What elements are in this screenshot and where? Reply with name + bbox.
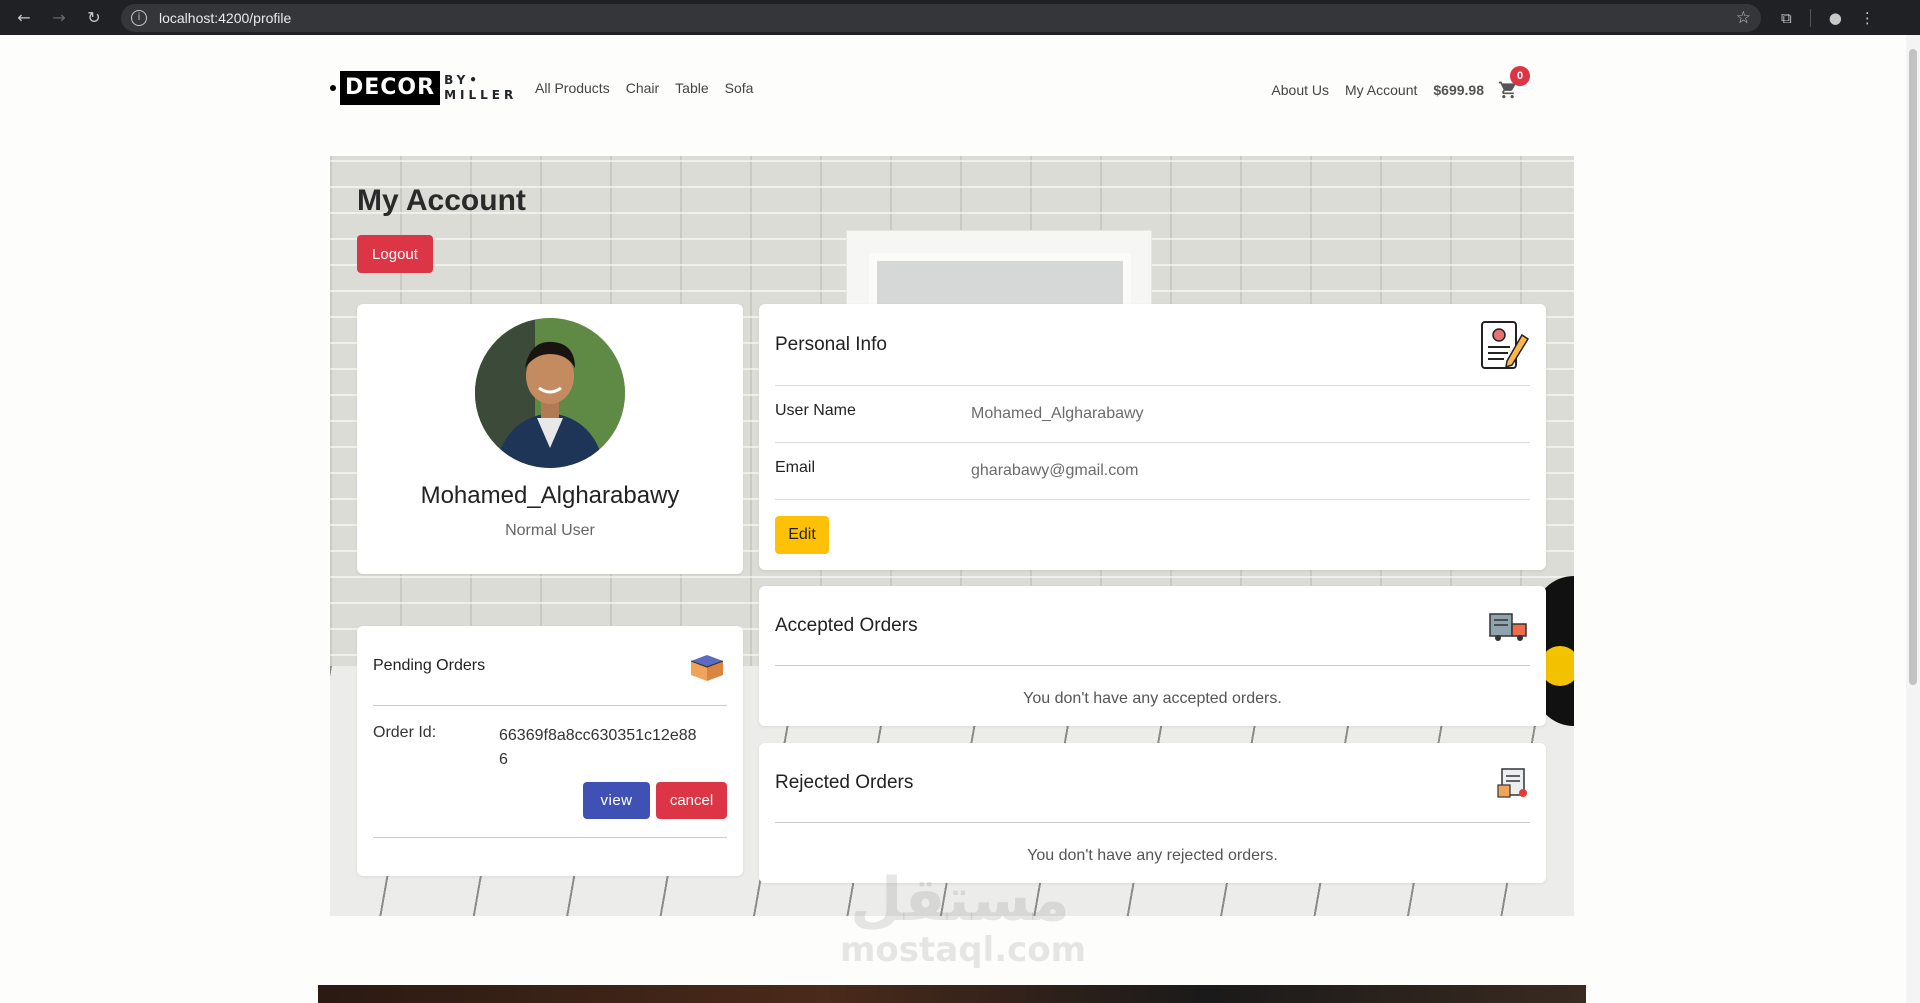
bookmark-star-icon[interactable]: ☆ (1736, 8, 1751, 28)
rejected-empty-message: You don't have any rejected orders. (1027, 847, 1278, 864)
pending-orders-header: Pending Orders (373, 626, 727, 706)
site-info-icon[interactable]: i (131, 9, 147, 26)
logo-stack: BY• MILLER (444, 73, 518, 102)
address-bar[interactable]: i localhost:4200/profile ☆ (121, 3, 1761, 32)
username-value: Mohamed_Algharabawy (971, 405, 1144, 422)
url-text[interactable]: localhost:4200/profile (159, 10, 1736, 26)
personal-info-header: Personal Info (775, 304, 1530, 386)
rejected-orders-card: Rejected Orders You don't have any rejec… (759, 743, 1546, 883)
profile-edit-icon (1478, 319, 1530, 371)
personal-info-card: Personal Info User Name Mohamed_Algharab… (759, 304, 1546, 570)
rejected-document-icon (1496, 767, 1530, 799)
pending-orders-title: Pending Orders (373, 656, 486, 674)
order-id-label: Order Id: (373, 724, 437, 741)
cart-total: $699.98 (1433, 82, 1484, 98)
cart-count-badge: 0 (1510, 66, 1530, 86)
accepted-orders-header: Accepted Orders (775, 586, 1530, 666)
main-nav: All Products Chair Table Sofa (535, 80, 753, 96)
brand-logo[interactable]: DECOR BY• MILLER (330, 71, 517, 105)
username-row: User Name Mohamed_Algharabawy (775, 386, 1530, 443)
cart-button[interactable]: 0 (1498, 66, 1530, 100)
watermark-arabic: مستقل (850, 865, 1070, 935)
account-hero: My Account Logout Mohamed_Algharabawy No… (330, 156, 1574, 916)
logo-main: DECOR (340, 71, 441, 105)
logo-by: BY (444, 73, 470, 87)
order-actions: view cancel (373, 782, 727, 838)
page-title: My Account (357, 184, 526, 217)
profile-role: Normal User (505, 522, 595, 539)
account-nav: About Us My Account $699.98 0 (1271, 66, 1530, 100)
profile-name: Mohamed_Algharabawy (420, 482, 680, 509)
next-section-banner (318, 985, 1586, 1003)
avatar (475, 318, 625, 468)
profile-icon[interactable]: ● (1829, 9, 1842, 27)
username-label: User Name (775, 402, 856, 419)
extensions-icon[interactable]: ⧉ (1781, 9, 1792, 27)
package-icon (687, 649, 727, 683)
nav-table[interactable]: Table (675, 80, 708, 96)
email-row: Email gharabawy@gmail.com (775, 443, 1530, 500)
accepted-empty-message: You don't have any accepted orders. (1023, 690, 1282, 707)
page-scrollbar[interactable] (1906, 35, 1920, 1003)
back-icon[interactable]: ← (10, 4, 38, 32)
email-label: Email (775, 459, 816, 476)
personal-info-title: Personal Info (775, 333, 887, 355)
cancel-order-button[interactable]: cancel (656, 782, 727, 819)
nav-sofa[interactable]: Sofa (725, 80, 754, 96)
scrollbar-thumb[interactable] (1909, 49, 1917, 685)
rejected-orders-header: Rejected Orders (775, 743, 1530, 823)
delivery-icon (1488, 610, 1530, 642)
site-header: DECOR BY• MILLER All Products Chair Tabl… (0, 35, 1920, 145)
nav-all-products[interactable]: All Products (535, 80, 610, 96)
profile-card: Mohamed_Algharabawy Normal User (357, 304, 743, 574)
order-id-value: 66369f8a8cc630351c12e886 (499, 727, 697, 768)
order-row: Order Id: 66369f8a8cc630351c12e886 (373, 724, 727, 772)
edit-button[interactable]: Edit (775, 516, 829, 554)
menu-icon[interactable]: ⋮ (1860, 9, 1875, 27)
browser-toolbar: ← → ↻ i localhost:4200/profile ☆ ⧉ ● ⋮ (0, 0, 1920, 35)
view-order-button[interactable]: view (583, 782, 650, 819)
nav-chair[interactable]: Chair (626, 80, 659, 96)
avatar-photo (475, 318, 625, 468)
watermark-latin: mostaql.com (840, 930, 1087, 970)
forward-icon[interactable]: → (45, 4, 73, 32)
watermark: مستقل mostaql.com (840, 865, 1087, 970)
accepted-orders-title: Accepted Orders (775, 614, 918, 636)
accepted-orders-card: Accepted Orders You don't have any accep… (759, 586, 1546, 726)
reload-icon[interactable]: ↻ (80, 4, 108, 32)
rejected-orders-title: Rejected Orders (775, 771, 914, 793)
nav-my-account[interactable]: My Account (1345, 82, 1417, 98)
logout-button[interactable]: Logout (357, 235, 433, 273)
nav-about-us[interactable]: About Us (1271, 82, 1329, 98)
logo-sub: MILLER (444, 88, 518, 102)
email-value: gharabawy@gmail.com (971, 462, 1139, 479)
toolbar-divider (1809, 8, 1811, 27)
logo-dot (330, 85, 336, 91)
pending-orders-card: Pending Orders Order Id: 66369f8a8cc6303… (357, 626, 743, 876)
